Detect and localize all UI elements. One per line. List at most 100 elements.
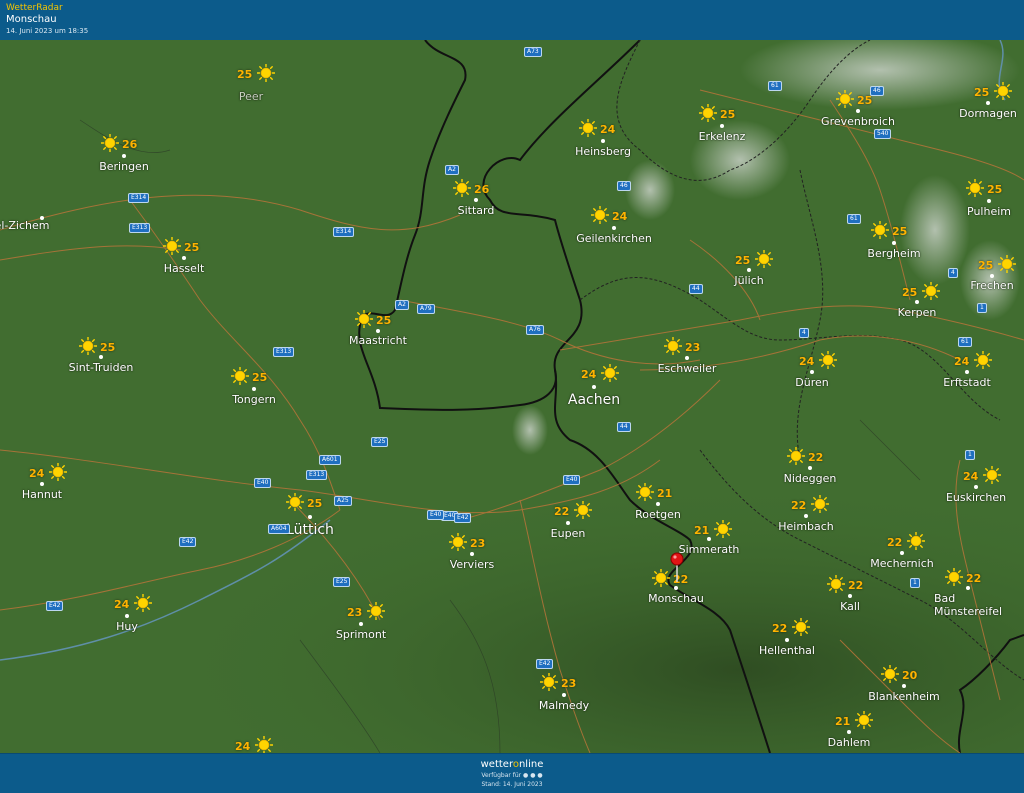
temperature-pulheim: 25 bbox=[987, 183, 1003, 196]
temperature-sittard: 26 bbox=[474, 183, 490, 196]
temperature-erkelenz: 25 bbox=[720, 108, 736, 121]
city-label-euskirchen[interactable]: Euskirchen bbox=[946, 491, 1006, 504]
city-label-monschau[interactable]: Monschau bbox=[648, 592, 704, 605]
road-badge: 1 bbox=[965, 450, 975, 460]
road-badge: A25 bbox=[334, 496, 352, 506]
city-label-aachen[interactable]: Aachen bbox=[568, 392, 620, 408]
city-dot bbox=[376, 329, 380, 333]
temperature-beringen: 26 bbox=[122, 138, 138, 151]
road-badge: A2 bbox=[445, 165, 459, 175]
sun-icon bbox=[256, 63, 276, 83]
road-badge: E42 bbox=[46, 601, 64, 611]
city-label-eupen[interactable]: Eupen bbox=[551, 527, 586, 540]
city-label-huy[interactable]: Huy bbox=[116, 620, 138, 633]
city-label-lüttich[interactable]: Lüttich bbox=[286, 522, 334, 538]
sun-icon bbox=[100, 133, 120, 153]
wetteronline-logo[interactable]: wetteronline bbox=[0, 759, 1024, 770]
city-dot bbox=[902, 684, 906, 688]
city-dot bbox=[785, 638, 789, 642]
city-label-grevenbroich[interactable]: Grevenbroich bbox=[821, 115, 895, 128]
sun-icon bbox=[973, 350, 993, 370]
city-label-peer[interactable]: Peer bbox=[239, 90, 263, 103]
temperature-heimbach: 22 bbox=[791, 499, 807, 512]
road-badge: E314 bbox=[333, 227, 355, 237]
city-label-el-zichem[interactable]: el-Zichem bbox=[0, 219, 49, 232]
city-label-heimbach[interactable]: Heimbach bbox=[778, 520, 834, 533]
city-label-bergheim[interactable]: Bergheim bbox=[867, 247, 920, 260]
sun-icon bbox=[573, 500, 593, 520]
city-dot bbox=[562, 693, 566, 697]
sun-icon bbox=[635, 482, 655, 502]
road-badge: A2 bbox=[395, 300, 409, 310]
city-label-jülich[interactable]: Jülich bbox=[734, 274, 763, 287]
city-label-düren[interactable]: Düren bbox=[795, 376, 828, 389]
temperature-blankenheim: 20 bbox=[902, 669, 918, 682]
temperature-lüttich: 25 bbox=[307, 497, 323, 510]
sun-icon bbox=[870, 220, 890, 240]
city-label-hasselt[interactable]: Hasselt bbox=[164, 262, 205, 275]
city-label-maastricht[interactable]: Maastricht bbox=[349, 334, 407, 347]
brand-title: WetterRadar bbox=[6, 3, 63, 13]
temperature-eschweiler: 23 bbox=[685, 341, 701, 354]
city-label-verviers[interactable]: Verviers bbox=[450, 558, 495, 571]
city-label-roetgen[interactable]: Roetgen bbox=[635, 508, 681, 521]
city-label-geilenkirchen[interactable]: Geilenkirchen bbox=[576, 232, 652, 245]
sun-icon bbox=[578, 118, 598, 138]
city-label-hellenthal[interactable]: Hellenthal bbox=[759, 644, 815, 657]
city-label-beringen[interactable]: Beringen bbox=[99, 160, 149, 173]
road-badge: E42 bbox=[536, 659, 554, 669]
temperature-malmedy: 23 bbox=[561, 677, 577, 690]
temperature-dahlem: 21 bbox=[835, 715, 851, 728]
city-label-heinsberg[interactable]: Heinsberg bbox=[575, 145, 631, 158]
weather-map[interactable]: 25 Peer 26 Beringen el-Zichem 25 Hasselt 25 Sint… bbox=[0, 40, 1024, 755]
city-label-kall[interactable]: Kall bbox=[840, 600, 860, 613]
city-label-sint-truiden[interactable]: Sint-Truiden bbox=[69, 361, 134, 374]
city-dot bbox=[470, 552, 474, 556]
city-label-tongern[interactable]: Tongern bbox=[232, 393, 276, 406]
temperature-aachen: 24 bbox=[581, 368, 597, 381]
sun-icon bbox=[854, 710, 874, 730]
city-label-dahlem[interactable]: Dahlem bbox=[828, 736, 871, 749]
road-badge: E42 bbox=[179, 537, 197, 547]
road-badge: 61 bbox=[768, 81, 782, 91]
location-title: Monschau bbox=[6, 14, 57, 25]
sun-icon bbox=[754, 249, 774, 269]
city-dot bbox=[986, 101, 990, 105]
city-dot bbox=[40, 482, 44, 486]
road-badge: 61 bbox=[958, 337, 972, 347]
city-label-mechernich[interactable]: Mechernich bbox=[870, 557, 933, 570]
city-label-sprimont[interactable]: Sprimont bbox=[336, 628, 386, 641]
city-label-dormagen[interactable]: Dormagen bbox=[959, 107, 1017, 120]
city-label-kerpen[interactable]: Kerpen bbox=[898, 306, 937, 319]
sun-icon bbox=[982, 465, 1002, 485]
city-label-eschweiler[interactable]: Eschweiler bbox=[658, 362, 717, 375]
city-label-pulheim[interactable]: Pulheim bbox=[967, 205, 1011, 218]
city-label-blankenheim[interactable]: Blankenheim bbox=[868, 690, 940, 703]
sun-icon bbox=[921, 281, 941, 301]
city-label-frechen[interactable]: Frechen bbox=[970, 279, 1013, 292]
temperature-sint-truiden: 25 bbox=[100, 341, 116, 354]
city-label-nideggen[interactable]: Nideggen bbox=[784, 472, 837, 485]
sun-icon bbox=[791, 617, 811, 637]
road-badge: E313 bbox=[273, 347, 295, 357]
temperature-bergheim: 25 bbox=[892, 225, 908, 238]
city-label-hannut[interactable]: Hannut bbox=[22, 488, 62, 501]
city-label-sittard[interactable]: Sittard bbox=[458, 204, 495, 217]
city-label-erkelenz[interactable]: Erkelenz bbox=[699, 130, 746, 143]
city-dot bbox=[965, 370, 969, 374]
city-label-malmedy[interactable]: Malmedy bbox=[539, 699, 589, 712]
sun-icon bbox=[285, 492, 305, 512]
temperature-unnamed: 24 bbox=[235, 740, 251, 753]
city-label-erftstadt[interactable]: Erftstadt bbox=[943, 376, 991, 389]
road-badge: A604 bbox=[268, 524, 290, 534]
city-dot bbox=[592, 385, 596, 389]
sun-icon bbox=[818, 350, 838, 370]
temperature-hannut: 24 bbox=[29, 467, 45, 480]
location-pin-icon[interactable] bbox=[670, 552, 684, 586]
road-badge: 4 bbox=[948, 268, 958, 278]
city-dot bbox=[182, 256, 186, 260]
city-label-bad-münstereifel[interactable]: Bad Münstereifel bbox=[934, 592, 1002, 618]
temperature-jülich: 25 bbox=[735, 254, 751, 267]
city-label-simmerath[interactable]: Simmerath bbox=[679, 543, 740, 556]
sun-icon bbox=[698, 103, 718, 123]
